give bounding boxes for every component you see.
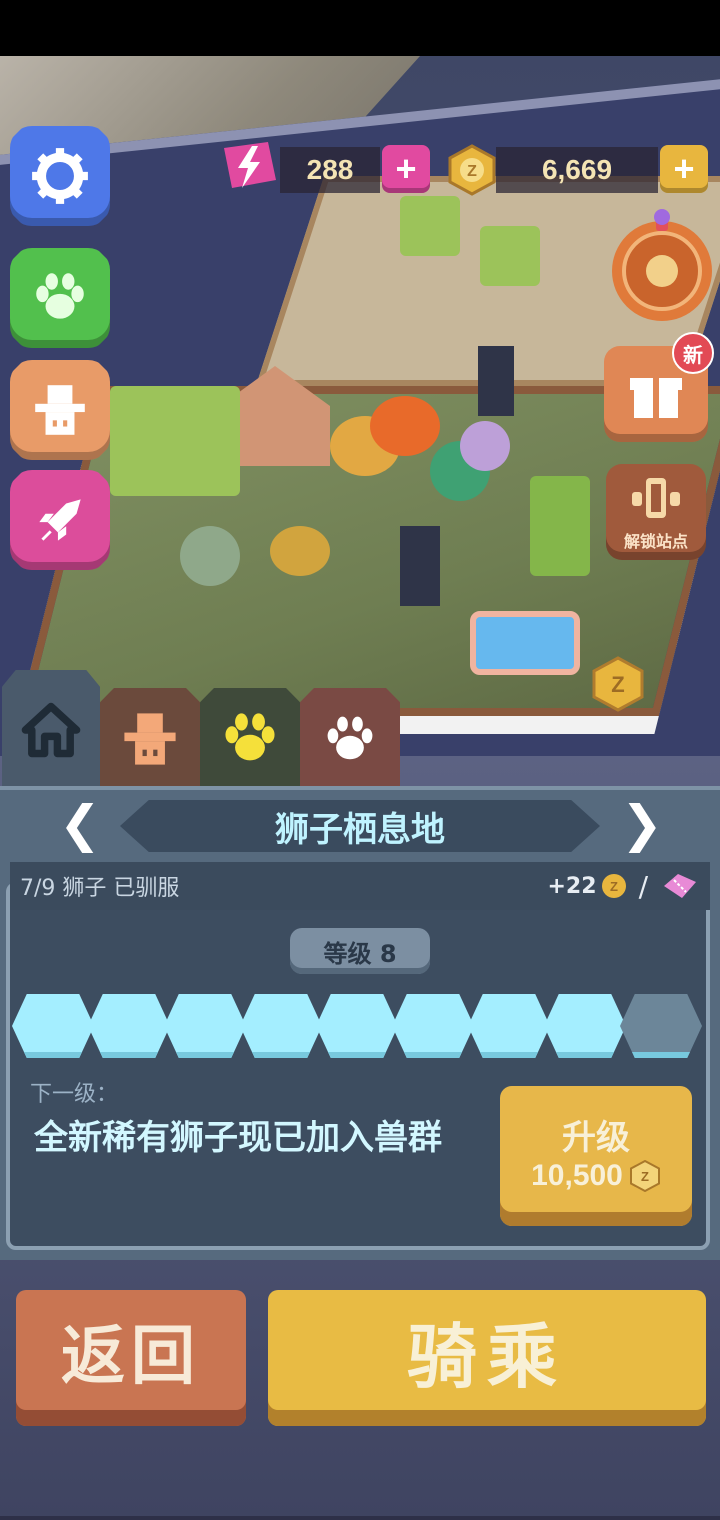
svg-text:Z: Z bbox=[641, 1169, 649, 1184]
ranger-button[interactable] bbox=[10, 360, 110, 460]
paw-icon bbox=[327, 716, 373, 760]
lion[interactable] bbox=[180, 526, 240, 586]
feeder-post bbox=[478, 346, 514, 416]
income-bonus-value: +22 bbox=[547, 873, 597, 899]
upgrade-label: 升级 bbox=[562, 1117, 630, 1158]
svg-text:Z: Z bbox=[610, 879, 618, 894]
settings-gear-icon bbox=[32, 148, 88, 204]
coin-icon: Z bbox=[448, 144, 496, 196]
level-badge: 等级 8 bbox=[290, 928, 430, 974]
feeder-post bbox=[400, 526, 440, 606]
upgrade-button[interactable]: 升级 10,500 Z bbox=[500, 1086, 692, 1226]
progress-segment-filled bbox=[392, 994, 474, 1058]
unlock-station-label: 解锁站点 bbox=[623, 532, 688, 551]
animals-button[interactable] bbox=[10, 248, 110, 348]
previous-habitat-button[interactable]: ❮ bbox=[52, 795, 108, 853]
progress-segment-filled bbox=[12, 994, 94, 1058]
separator: / bbox=[638, 869, 648, 903]
energy-value: 288 bbox=[280, 147, 380, 193]
lion[interactable] bbox=[270, 526, 330, 576]
progress-segment-filled bbox=[164, 994, 246, 1058]
progress-segment-empty bbox=[620, 994, 702, 1058]
coin-icon[interactable]: Z bbox=[590, 656, 646, 712]
upgrade-cost: 10,500 Z bbox=[531, 1159, 661, 1193]
rocket-icon bbox=[39, 499, 81, 541]
ranger-hat-icon bbox=[35, 385, 85, 435]
gift-icon bbox=[630, 378, 682, 418]
next-level-label: 下一级： bbox=[30, 1082, 119, 1107]
progress-segment-filled bbox=[544, 994, 626, 1058]
unlock-station-button[interactable]: 解锁站点 bbox=[606, 464, 706, 560]
add-energy-button[interactable]: + bbox=[382, 145, 430, 193]
status-bar bbox=[0, 0, 720, 56]
ticket-icon bbox=[664, 874, 696, 898]
level-progress-bar bbox=[12, 990, 706, 1062]
ranger-hat-icon bbox=[124, 713, 176, 765]
tab-animals[interactable] bbox=[200, 688, 300, 790]
next-level-reward: 全新稀有狮子现已加入兽群 bbox=[34, 1118, 442, 1158]
tree bbox=[110, 386, 240, 496]
income-bonus: +22 Z bbox=[548, 873, 627, 899]
ride-button[interactable]: 骑乘 bbox=[268, 1290, 706, 1426]
tree bbox=[530, 476, 590, 576]
coin-icon: Z bbox=[629, 1159, 660, 1192]
lion[interactable] bbox=[370, 396, 440, 456]
habitat-title: 狮子栖息地 bbox=[120, 800, 600, 852]
energy-bolt-icon bbox=[224, 142, 276, 188]
lion[interactable] bbox=[460, 421, 510, 471]
paw-icon bbox=[36, 273, 84, 319]
progress-segment-filled bbox=[316, 994, 398, 1058]
coin-icon: Z bbox=[601, 874, 626, 898]
tab-habitat[interactable] bbox=[2, 670, 100, 790]
prize-wheel-icon[interactable] bbox=[606, 205, 718, 327]
upgrade-cost-value: 10,500 bbox=[531, 1158, 623, 1192]
add-coins-button[interactable]: + bbox=[660, 145, 708, 193]
progress-segment-filled bbox=[88, 994, 170, 1058]
svg-text:Z: Z bbox=[611, 672, 624, 697]
tab-collection[interactable] bbox=[300, 688, 400, 790]
new-badge: 新 bbox=[672, 332, 714, 374]
settings-button[interactable] bbox=[10, 126, 110, 226]
next-habitat-button[interactable]: ❯ bbox=[614, 795, 670, 853]
coin-value: 6,669 bbox=[496, 147, 658, 193]
tree bbox=[480, 226, 540, 286]
tab-ranger[interactable] bbox=[100, 688, 200, 790]
tree bbox=[400, 196, 460, 256]
progress-segment-filled bbox=[468, 994, 550, 1058]
boost-button[interactable] bbox=[10, 470, 110, 570]
water-pool bbox=[470, 611, 580, 675]
progress-segment-filled bbox=[240, 994, 322, 1058]
tamed-count: 7/9 狮子 已驯服 bbox=[20, 876, 180, 901]
habitat-info-row: 7/9 狮子 已驯服 +22 Z / bbox=[10, 862, 710, 910]
back-button[interactable]: 返回 bbox=[16, 1290, 246, 1426]
unlock-station-icon bbox=[632, 478, 680, 518]
home-icon bbox=[21, 702, 81, 758]
paw-icon bbox=[225, 713, 275, 761]
svg-text:Z: Z bbox=[467, 163, 477, 180]
